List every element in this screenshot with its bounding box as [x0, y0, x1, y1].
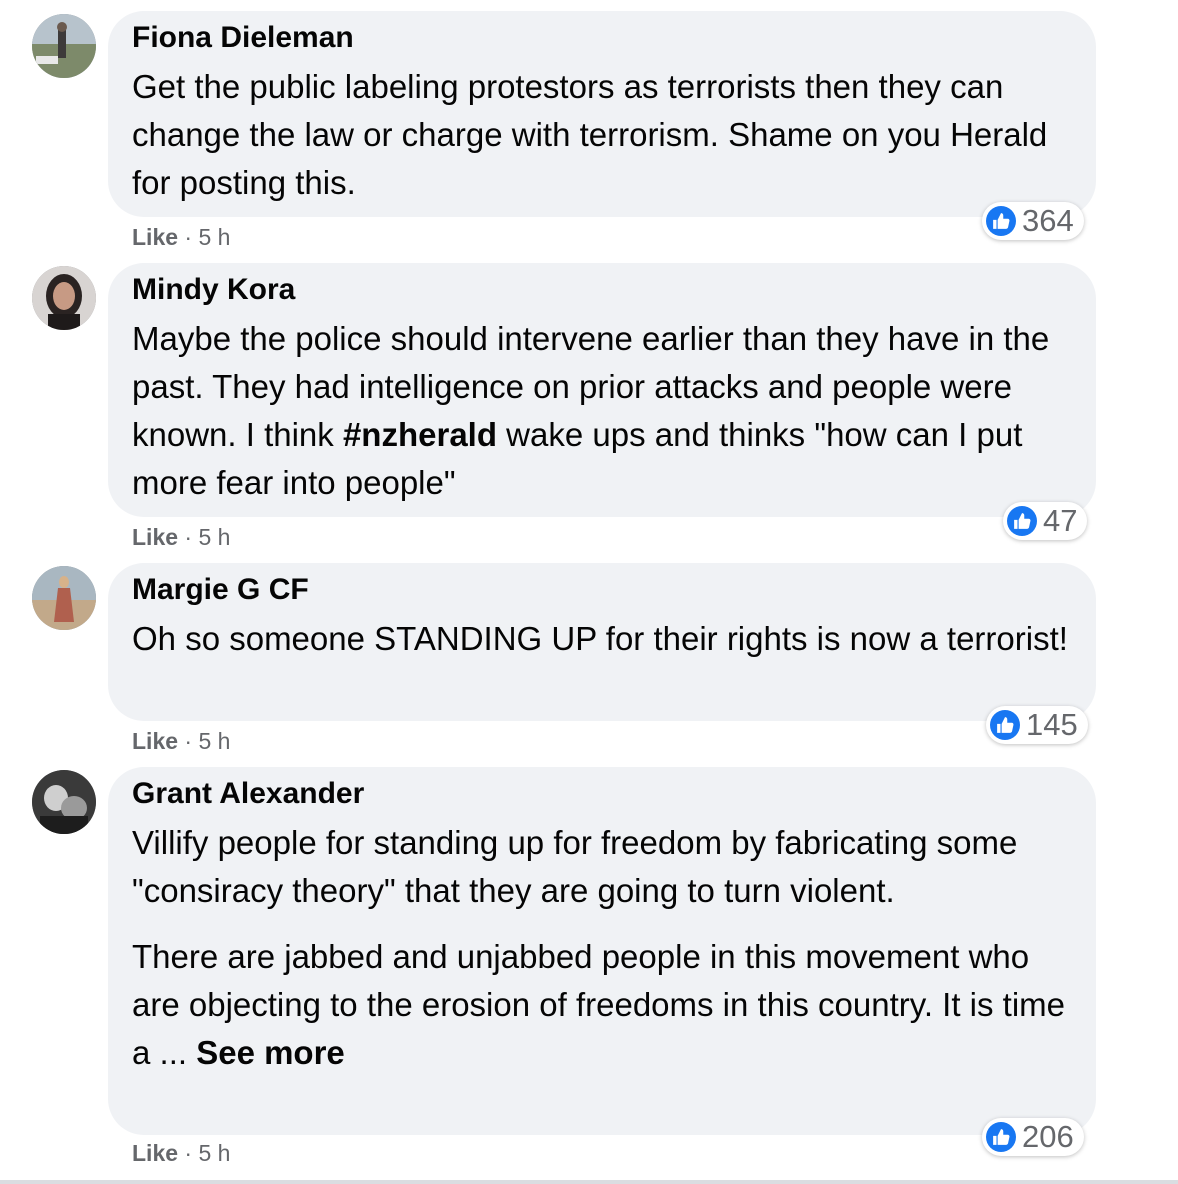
comment-text: Oh so someone STANDING UP for their righ…	[132, 620, 1068, 657]
meta-separator: ·	[184, 224, 199, 250]
comment-author[interactable]: Mindy Kora	[132, 275, 1072, 305]
like-link[interactable]: Like	[132, 224, 178, 250]
like-link[interactable]: Like	[132, 1140, 178, 1166]
comment-meta: Like · 5 h	[132, 524, 230, 550]
comment-time[interactable]: 5 h	[198, 224, 230, 250]
comment-author[interactable]: Margie G CF	[132, 575, 1072, 605]
thumbs-up-icon	[1007, 506, 1037, 536]
reaction-count: 364	[1022, 203, 1074, 238]
comment-time[interactable]: 5 h	[198, 524, 230, 550]
reaction-count: 206	[1022, 1119, 1074, 1154]
avatar[interactable]	[32, 566, 96, 630]
reaction-count-badge[interactable]: 47	[1003, 502, 1088, 540]
comment-author[interactable]: Grant Alexander	[132, 779, 1072, 809]
comment-text: Maybe the police should intervene earlie…	[132, 315, 1072, 507]
reaction-count-badge[interactable]: 364	[982, 202, 1084, 240]
comment-meta: Like · 5 h	[132, 224, 230, 250]
reaction-count-badge[interactable]: 206	[982, 1118, 1084, 1156]
thumbs-up-icon	[990, 710, 1020, 740]
comment-bubble: Grant Alexander Villify people for stand…	[108, 767, 1096, 1135]
comment-text: Get the public labeling protestors as te…	[132, 68, 1048, 201]
meta-separator: ·	[184, 524, 199, 550]
reaction-count: 145	[1026, 707, 1078, 742]
avatar[interactable]	[32, 14, 96, 78]
reaction-count-badge[interactable]: 145	[986, 706, 1088, 744]
comment-text: Villify people for standing up for freed…	[132, 819, 1072, 1077]
comment-bubble: Margie G CF Oh so someone STANDING UP fo…	[108, 563, 1096, 721]
avatar[interactable]	[32, 266, 96, 330]
like-link[interactable]: Like	[132, 524, 178, 550]
meta-separator: ·	[184, 1140, 199, 1166]
thumbs-up-icon	[986, 1122, 1016, 1152]
see-more-link[interactable]: See more	[196, 1034, 345, 1071]
thumbs-up-icon	[986, 206, 1016, 236]
comment-time[interactable]: 5 h	[198, 728, 230, 754]
reaction-count: 47	[1043, 503, 1078, 538]
like-link[interactable]: Like	[132, 728, 178, 754]
hashtag-link[interactable]: #nzherald	[343, 416, 497, 453]
divider	[0, 1180, 1178, 1184]
comment-paragraph: There are jabbed and unjabbed people in …	[132, 933, 1072, 1077]
meta-separator: ·	[184, 728, 199, 754]
comment-time[interactable]: 5 h	[198, 1140, 230, 1166]
comment-meta: Like · 5 h	[132, 1140, 230, 1166]
comment-bubble: Fiona Dieleman Get the public labeling p…	[108, 11, 1096, 217]
comment-paragraph: Villify people for standing up for freed…	[132, 824, 1018, 909]
comment-bubble: Mindy Kora Maybe the police should inter…	[108, 263, 1096, 517]
comment-author[interactable]: Fiona Dieleman	[132, 23, 1072, 53]
comment-meta: Like · 5 h	[132, 728, 230, 754]
avatar[interactable]	[32, 770, 96, 834]
